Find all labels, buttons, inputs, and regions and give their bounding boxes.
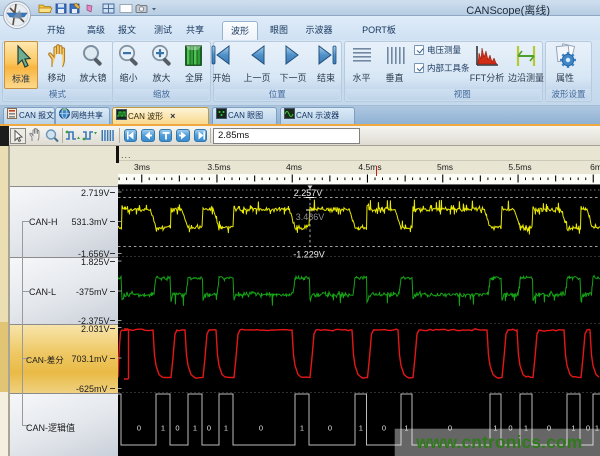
svg-text:0: 0 <box>328 424 332 433</box>
svg-text:0: 0 <box>207 424 211 433</box>
svg-text:3.486V: 3.486V <box>296 212 325 222</box>
svg-text:www.cntronics.com: www.cntronics.com <box>415 432 582 452</box>
svg-text:0: 0 <box>175 424 179 433</box>
svg-text:1: 1 <box>300 424 304 433</box>
svg-text:0: 0 <box>382 424 386 433</box>
svg-text:2.257V: 2.257V <box>294 188 323 198</box>
svg-text:1: 1 <box>359 424 363 433</box>
svg-text:0: 0 <box>137 424 141 433</box>
svg-text:-1.229V: -1.229V <box>293 250 325 260</box>
svg-text:1: 1 <box>193 424 197 433</box>
svg-text:1: 1 <box>224 424 228 433</box>
svg-text:1: 1 <box>161 424 165 433</box>
svg-text:0: 0 <box>259 424 263 433</box>
